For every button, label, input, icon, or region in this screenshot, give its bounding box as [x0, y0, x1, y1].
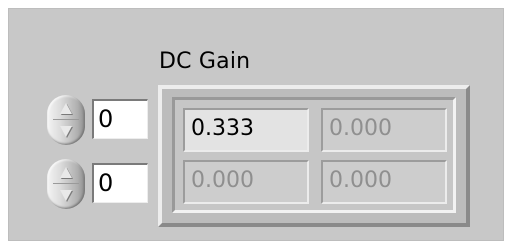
column-index-control[interactable]: 0	[45, 155, 153, 213]
array-label: DC Gain	[159, 49, 251, 74]
array-cells: 0.333 0.000 0.000 0.000	[172, 97, 456, 213]
decrement-arrow-icon[interactable]	[54, 120, 78, 143]
index-spinner[interactable]	[47, 159, 85, 209]
increment-arrow-icon[interactable]	[54, 161, 78, 184]
index-spinner[interactable]	[47, 95, 85, 145]
increment-arrow-icon[interactable]	[54, 97, 78, 120]
array-cell[interactable]: 0.000	[183, 160, 309, 204]
array-cell[interactable]: 0.000	[321, 160, 447, 204]
array-cell[interactable]: 0.000	[321, 108, 447, 152]
row-index-control[interactable]: 0	[45, 91, 153, 149]
decrement-arrow-icon[interactable]	[54, 184, 78, 207]
row-index-input[interactable]: 0	[92, 99, 148, 139]
array-frame: 0.333 0.000 0.000 0.000	[158, 85, 470, 227]
column-index-input[interactable]: 0	[92, 163, 148, 203]
control-panel: DC Gain 0 0 0.333 0.000 0.000 0.000	[8, 8, 504, 241]
array-cell[interactable]: 0.333	[183, 108, 309, 152]
